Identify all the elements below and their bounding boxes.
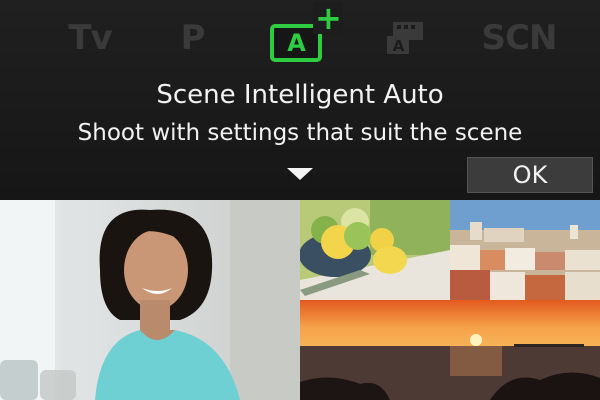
mode-dial: Tv P A + A SCN: [0, 0, 600, 75]
town-photo: [450, 200, 600, 300]
ok-button[interactable]: OK: [467, 157, 593, 193]
mode-description: Shoot with settings that suit the scene: [77, 120, 523, 146]
mode-p-label: P: [180, 18, 206, 58]
portrait-photo: [0, 200, 300, 400]
mode-scn-label: SCN: [481, 18, 558, 58]
sample-photos: [0, 200, 600, 400]
down-arrow-icon[interactable]: [287, 168, 313, 180]
mode-tv-label: Tv: [68, 18, 112, 58]
mode-creative-auto[interactable]: A: [385, 14, 430, 62]
sunset-photo: [300, 300, 600, 400]
mode-title: Scene Intelligent Auto: [156, 80, 444, 110]
mode-p[interactable]: P: [170, 14, 215, 62]
mode-tv[interactable]: Tv: [60, 14, 120, 62]
scene-auto-letter: A: [287, 29, 306, 57]
creative-auto-letter: A: [393, 37, 405, 55]
mode-panel: Tv P A + A SCN Scene Intelligent Auto Sh…: [0, 0, 600, 200]
mode-scn[interactable]: SCN: [481, 14, 558, 62]
camera-screen: Tv P A + A SCN Scene Intelligent Auto Sh…: [0, 0, 600, 400]
ok-button-label: OK: [512, 161, 548, 189]
lemons-photo: [300, 200, 450, 300]
plus-icon: +: [313, 0, 343, 37]
creative-auto-icon: A: [387, 22, 423, 55]
mode-scene-intelligent-auto[interactable]: A +: [264, 2, 343, 62]
